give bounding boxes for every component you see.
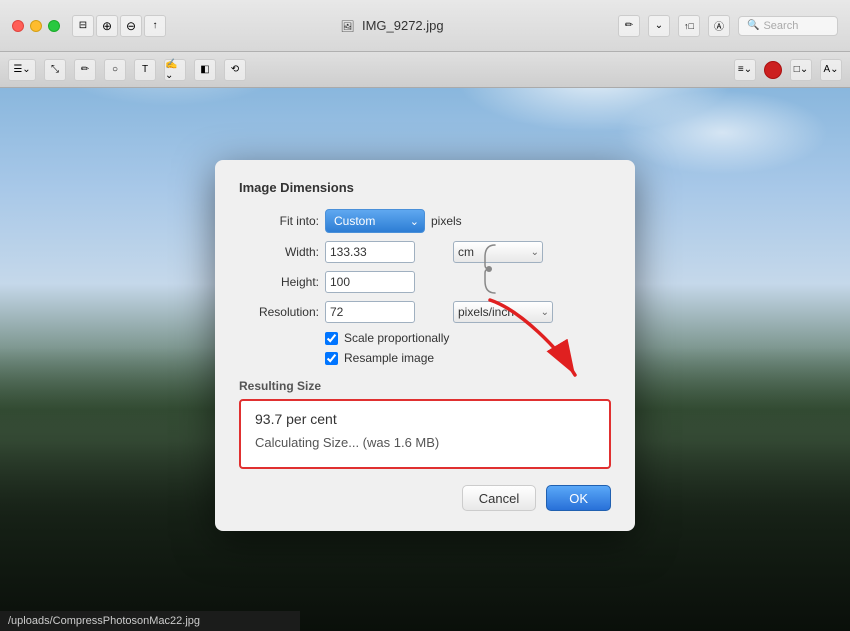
link-bracket [481, 243, 499, 295]
scale-proportionally-label: Scale proportionally [344, 331, 449, 345]
resolution-label: Resolution: [239, 305, 319, 319]
width-input[interactable] [325, 241, 415, 263]
resulting-calc: Calculating Size... (was 1.6 MB) [255, 435, 595, 450]
dialog-overlay: Image Dimensions Fit into: Custom Fit pi… [0, 0, 850, 631]
resample-image-label: Resample image [344, 351, 434, 365]
height-label: Height: [239, 275, 319, 289]
scale-proportionally-checkbox[interactable] [325, 332, 338, 345]
ok-button[interactable]: OK [546, 485, 611, 511]
wh-group: Width: cm px in mm Height: [239, 241, 611, 293]
resulting-percent: 93.7 per cent [255, 411, 595, 427]
height-input[interactable] [325, 271, 415, 293]
width-row: Width: cm px in mm [239, 241, 611, 263]
resolution-input[interactable] [325, 301, 415, 323]
cancel-button[interactable]: Cancel [462, 485, 536, 511]
fit-into-select[interactable]: Custom Fit [325, 209, 425, 233]
resulting-section: Resulting Size 93.7 per cent Calculating… [239, 379, 611, 469]
arrow-annotation [480, 290, 600, 390]
dialog-buttons: Cancel OK [239, 485, 611, 511]
resample-image-checkbox[interactable] [325, 352, 338, 365]
fit-into-label: Fit into: [239, 214, 319, 228]
dialog-title: Image Dimensions [239, 180, 611, 195]
pixels-label: pixels [431, 214, 462, 228]
width-label: Width: [239, 245, 319, 259]
resulting-box: 93.7 per cent Calculating Size... (was 1… [239, 399, 611, 469]
fit-into-row: Fit into: Custom Fit pixels [239, 209, 611, 233]
fit-into-select-wrapper[interactable]: Custom Fit [325, 209, 425, 233]
